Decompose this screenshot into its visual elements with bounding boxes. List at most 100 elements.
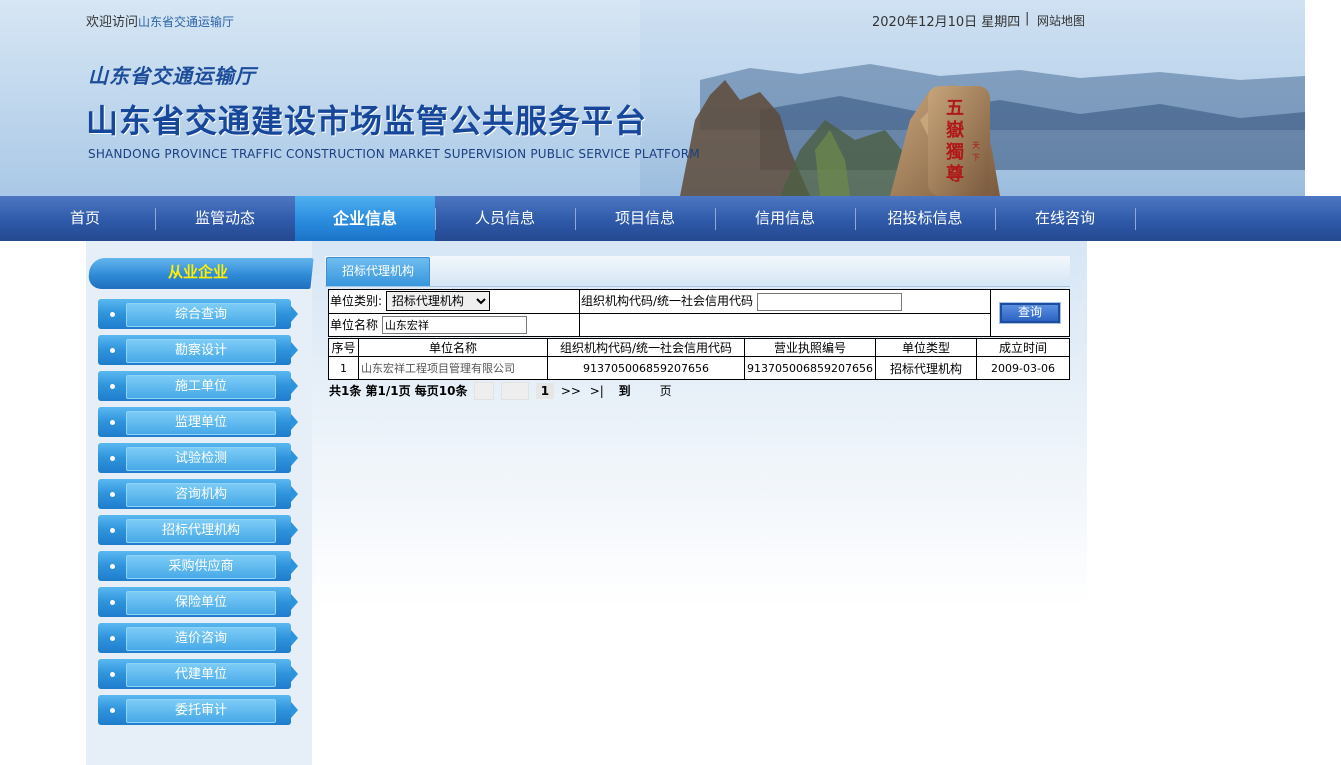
welcome-dept-link[interactable]: 山东省交通运输厅: [138, 15, 234, 29]
sidebar-item-entrusted-audit[interactable]: 委托审计: [98, 695, 298, 725]
org-code-cell: 组织机构代码/统一社会信用代码: [579, 289, 991, 314]
sidebar-item-agent-construction[interactable]: 代建单位: [98, 659, 298, 689]
first-page-button[interactable]: |<: [474, 382, 495, 400]
sidebar-item-label: 采购供应商: [168, 559, 234, 574]
welcome-prefix: 欢迎访问: [86, 15, 139, 30]
svg-text:天: 天: [972, 141, 980, 150]
sidebar-item-label: 施工单位: [174, 379, 227, 394]
sidebar-item-label: 监理单位: [174, 415, 227, 430]
sidebar-item-label: 试验检测: [174, 451, 227, 466]
nav-item-online-consult[interactable]: 在线咨询: [995, 196, 1135, 241]
column-header: 营业执照编号: [744, 338, 876, 357]
main-nav: 首页 监管动态 企业信息 人员信息 项目信息 信用信息 招投标信息 在线咨询: [0, 196, 1341, 241]
row-index: 1: [328, 356, 359, 380]
platform-title: 山东省交通建设市场监管公共服务平台: [86, 102, 648, 140]
unit-type-select[interactable]: 招标代理机构: [385, 291, 490, 312]
unit-name-cell: 单位名称: [328, 312, 580, 337]
sidebar-item-supervision-unit[interactable]: 监理单位: [98, 407, 298, 437]
svg-text:獨: 獨: [945, 141, 964, 163]
empty-cell: [579, 312, 991, 337]
nav-item-project-info[interactable]: 项目信息: [575, 196, 715, 241]
sidebar-item-purchase-supplier[interactable]: 采购供应商: [98, 551, 298, 581]
nav-item-personnel-info[interactable]: 人员信息: [435, 196, 575, 241]
org-code-value: 913705006859207656: [547, 356, 745, 380]
site-header: 五 嶽 獨 尊 天 下 欢迎访问山东省交通运输厅 2020年12月10日 星期四…: [0, 0, 1341, 196]
table-row: 1 山东宏祥工程项目管理有限公司 913705006859207656 9137…: [328, 356, 1071, 380]
company-name-link[interactable]: 山东宏祥工程项目管理有限公司: [358, 356, 548, 380]
nav-item-bidding-info[interactable]: 招投标信息: [855, 196, 995, 241]
sidebar-item-label: 委托审计: [174, 703, 227, 718]
sidebar-item-cost-consulting[interactable]: 造价咨询: [98, 623, 298, 653]
last-page-button[interactable]: >|: [588, 383, 606, 399]
bullet-icon: [110, 708, 115, 713]
sidebar-item-insurance[interactable]: 保险单位: [98, 587, 298, 617]
tab-strip: [325, 256, 1070, 287]
unit-name-label: 单位名称: [330, 317, 379, 332]
bullet-icon: [110, 420, 115, 425]
pagination-summary: 共1条 第1/1页 每页10条: [329, 384, 468, 398]
nav-item-home[interactable]: 首页: [15, 196, 155, 241]
sidebar-item-testing[interactable]: 试验检测: [98, 443, 298, 473]
current-date: 2020年12月10日 星期四: [872, 15, 1021, 30]
sidebar-item-label: 保险单位: [174, 595, 227, 610]
column-header: 单位名称: [358, 338, 548, 357]
sidebar-title: 从业企业: [167, 263, 228, 281]
sidebar-item-consulting[interactable]: 咨询机构: [98, 479, 298, 509]
svg-text:尊: 尊: [946, 163, 964, 185]
sidebar-item-construction-unit[interactable]: 施工单位: [98, 371, 298, 401]
prev-page-button[interactable]: <<: [501, 382, 530, 400]
welcome-text: 欢迎访问山东省交通运输厅: [86, 11, 234, 30]
bullet-icon: [110, 492, 115, 497]
sitemap-link[interactable]: 网站地图: [1037, 12, 1085, 29]
query-cell: 查询: [990, 289, 1070, 337]
column-header: 成立时间: [975, 338, 1071, 357]
nav-item-regulatory-news[interactable]: 监管动态: [155, 196, 295, 241]
org-code-input[interactable]: [756, 292, 902, 311]
svg-text:嶽: 嶽: [946, 120, 965, 141]
sidebar-item-survey-design[interactable]: 勘察设计: [98, 335, 298, 365]
bullet-icon: [110, 636, 115, 641]
svg-text:五: 五: [946, 98, 964, 119]
bullet-icon: [110, 384, 115, 389]
nav-item-credit-info[interactable]: 信用信息: [715, 196, 855, 241]
topbar-separator: |: [1025, 11, 1030, 26]
sidebar-item-label: 代建单位: [174, 667, 227, 682]
page-unit-label: 页: [659, 384, 672, 398]
platform-subtitle: SHANDONG PROVINCE TRAFFIC CONSTRUCTION M…: [88, 147, 700, 161]
bullet-icon: [110, 456, 115, 461]
unit-type-label: 单位类别:: [330, 294, 383, 309]
header-right-edge: [1305, 0, 1341, 196]
results-table: 序号 单位名称 组织机构代码/统一社会信用代码 营业执照编号 单位类型 成立时间…: [328, 338, 1071, 380]
unit-type-value: 招标代理机构: [874, 356, 977, 380]
bullet-icon: [110, 312, 115, 317]
license-number-value: 913705006859207656: [744, 356, 876, 380]
sidebar-item-comprehensive-query[interactable]: 综合查询: [98, 299, 298, 329]
goto-page-input[interactable]: [635, 385, 658, 399]
sidebar-item-label: 勘察设计: [174, 343, 227, 358]
sidebar-item-bidding-agency[interactable]: 招标代理机构: [98, 515, 298, 545]
column-header: 组织机构代码/统一社会信用代码: [547, 338, 745, 357]
next-page-button[interactable]: >>: [561, 383, 581, 399]
sidebar-item-label: 综合查询: [174, 307, 227, 322]
dept-calligraphy-logo: 山东省交通运输厅: [88, 64, 256, 88]
org-code-label: 组织机构代码/统一社会信用代码: [581, 294, 754, 308]
tab-bidding-agency[interactable]: 招标代理机构: [326, 257, 430, 286]
unit-name-input[interactable]: [381, 315, 527, 334]
bullet-icon: [110, 528, 115, 533]
sidebar-item-label: 咨询机构: [174, 487, 227, 502]
column-header: 序号: [328, 338, 359, 357]
goto-label[interactable]: 到: [616, 383, 634, 399]
bullet-icon: [110, 672, 115, 677]
svg-text:下: 下: [972, 153, 980, 162]
established-date-value: 2009-03-06: [975, 356, 1071, 380]
bullet-icon: [110, 600, 115, 605]
pagination: 共1条 第1/1页 每页10条 |< << 1 >> >| 到 页: [329, 382, 672, 400]
bullet-icon: [110, 564, 115, 569]
query-button[interactable]: 查询: [999, 302, 1061, 324]
table-header-row: 序号 单位名称 组织机构代码/统一社会信用代码 营业执照编号 单位类型 成立时间: [328, 338, 1071, 357]
nav-item-enterprise-info[interactable]: 企业信息: [295, 196, 435, 241]
sidebar-item-label: 招标代理机构: [161, 523, 240, 538]
search-form: 单位类别: 招标代理机构 组织机构代码/统一社会信用代码 查询 单位名称: [328, 289, 1070, 337]
current-page-number[interactable]: 1: [535, 383, 554, 399]
column-header: 单位类型: [874, 338, 977, 357]
